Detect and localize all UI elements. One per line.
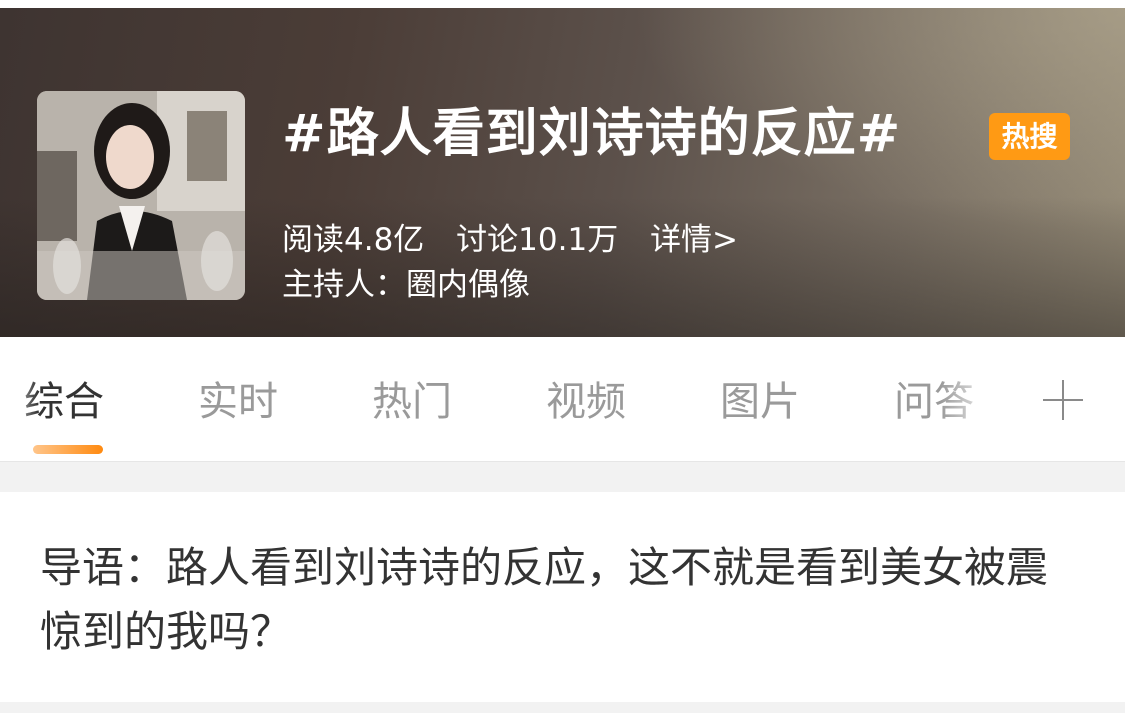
- discussion-count: 讨论10.1万: [456, 222, 619, 258]
- tab-bar: 综合 实时 热门 视频 图片 问答: [0, 337, 1125, 461]
- topic-header: #路人看到刘诗诗的反应# 热搜 阅读4.8亿 讨论10.1万 详情> 主持人：圈…: [0, 8, 1125, 337]
- intro-text: 导语：路人看到刘诗诗的反应，这不就是看到美女被震惊到的我吗？: [40, 543, 1049, 656]
- tab-hot[interactable]: 热门: [372, 374, 452, 430]
- tab-fade-left: [0, 367, 38, 437]
- topic-stats: 阅读4.8亿 讨论10.1万 详情>: [282, 217, 760, 263]
- topic-host[interactable]: 主持人：圈内偶像: [282, 262, 530, 308]
- tab-images[interactable]: 图片: [720, 374, 800, 430]
- tab-fade-right: [940, 367, 1010, 437]
- section-divider: [0, 461, 1125, 492]
- read-count: 阅读4.8亿: [282, 222, 425, 258]
- active-tab-indicator: [33, 445, 103, 454]
- tab-video[interactable]: 视频: [546, 374, 626, 430]
- hot-search-badge: 热搜: [989, 113, 1070, 160]
- topic-title: #路人看到刘诗诗的反应#: [282, 104, 902, 164]
- intro-card: 导语：路人看到刘诗诗的反应，这不就是看到美女被震惊到的我吗？: [0, 492, 1125, 702]
- topic-avatar[interactable]: [37, 91, 245, 300]
- top-edge: [0, 0, 1125, 8]
- avatar-image: [37, 91, 245, 300]
- tab-realtime[interactable]: 实时: [198, 374, 278, 430]
- plus-icon[interactable]: [1041, 378, 1085, 422]
- details-link[interactable]: 详情>: [650, 222, 738, 258]
- bottom-divider: [0, 702, 1125, 713]
